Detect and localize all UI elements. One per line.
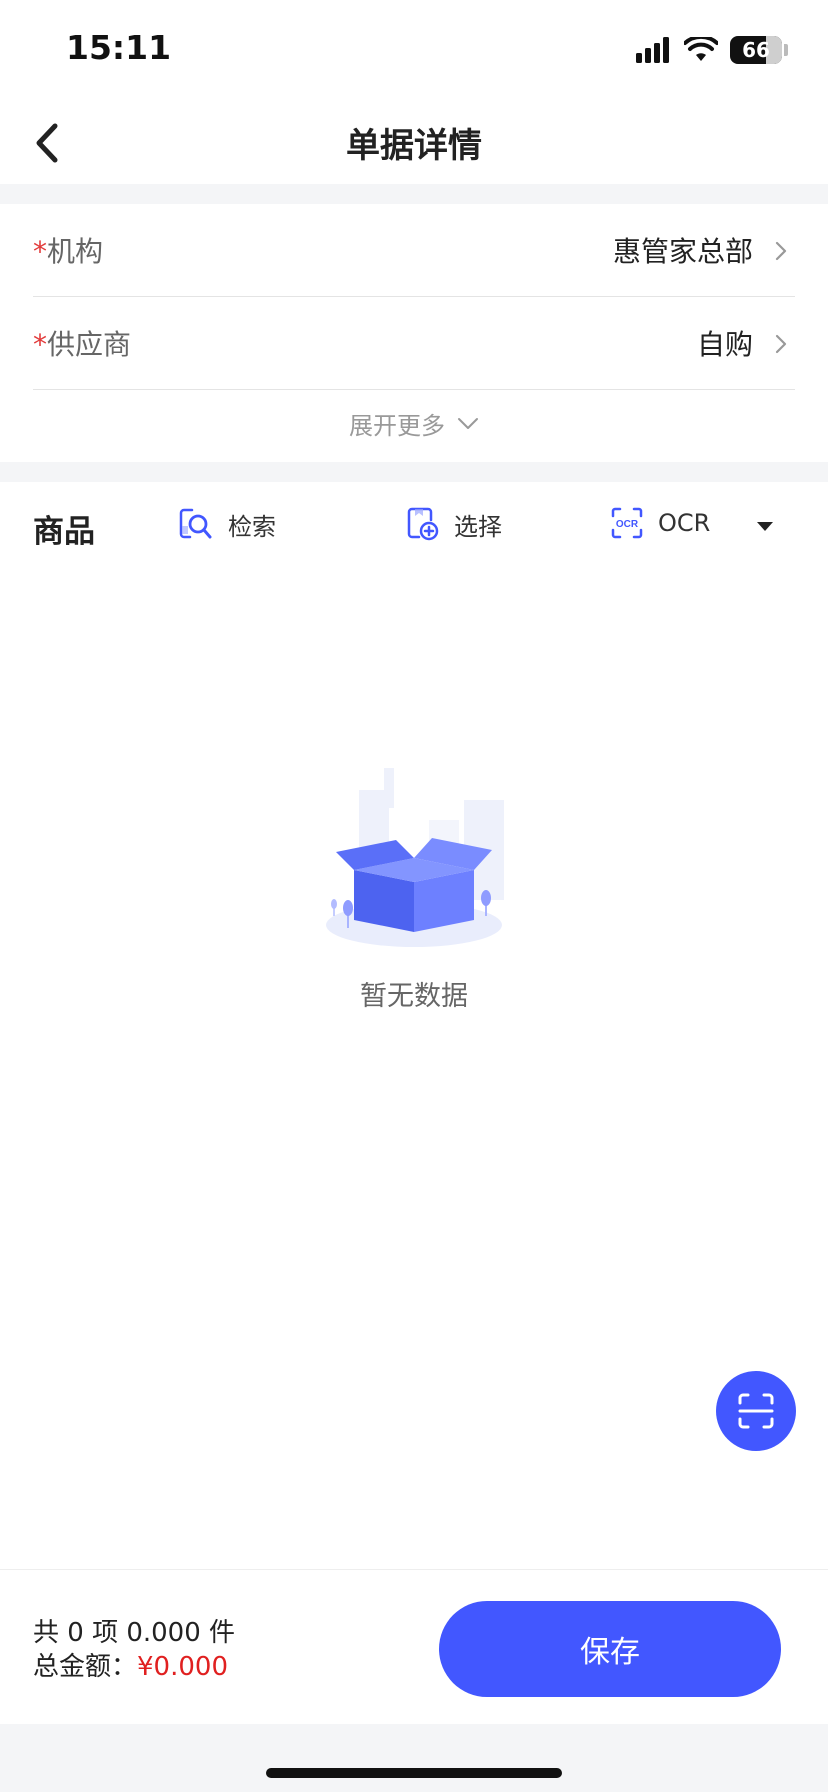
home-indicator[interactable]	[266, 1768, 562, 1778]
select-button-label: 选择	[454, 512, 502, 541]
empty-state	[0, 760, 828, 960]
expand-more-toggle[interactable]: 展开更多	[0, 406, 828, 441]
signal-icon	[636, 37, 669, 63]
save-button[interactable]: 保存	[439, 1601, 781, 1697]
summary-count: 共 0 项 0.000 件	[33, 1618, 236, 1648]
summary-total: 总金额：¥0.000	[33, 1646, 228, 1683]
status-time: 15:11	[66, 28, 172, 67]
battery-indicator: 66	[730, 36, 782, 64]
form-section: *机构 惠管家总部 *供应商 自购 展开更多	[0, 204, 828, 462]
bottom-summary-bar: 共 0 项 0.000 件 总金额：¥0.000 保存	[0, 1569, 828, 1724]
ocr-button-label: OCR	[658, 509, 711, 537]
select-button[interactable]: 选择	[404, 506, 502, 542]
form-row-supplier[interactable]: *供应商 自购	[33, 297, 795, 390]
supplier-value: 自购	[696, 328, 753, 361]
goods-title: 商品	[33, 514, 95, 550]
organization-label: 机构	[47, 235, 104, 268]
supplier-label: 供应商	[47, 328, 132, 361]
status-icons: 66	[636, 34, 788, 66]
status-bar: 15:11 66	[0, 0, 828, 100]
home-indicator-area	[0, 1724, 828, 1792]
ocr-button[interactable]: OCR OCR	[610, 506, 710, 540]
scan-icon	[738, 1393, 774, 1429]
battery-cap	[784, 44, 788, 56]
section-divider	[0, 184, 828, 204]
chevron-right-icon	[775, 241, 787, 261]
goods-toolbar: 商品 检索 选择 OCR OCR	[0, 482, 828, 572]
page-title: 单据详情	[346, 126, 482, 166]
required-mark: *	[33, 235, 47, 268]
battery-level: 66	[742, 38, 770, 62]
caret-down-icon[interactable]	[755, 520, 775, 534]
organization-value: 惠管家总部	[612, 235, 753, 268]
search-button[interactable]: 检索	[178, 506, 276, 542]
search-button-label: 检索	[228, 512, 276, 541]
form-row-organization[interactable]: *机构 惠管家总部	[33, 204, 795, 297]
scan-fab-button[interactable]	[716, 1371, 796, 1451]
chevron-down-icon	[458, 417, 478, 429]
expand-more-label: 展开更多	[349, 412, 445, 440]
empty-box-icon	[326, 768, 504, 947]
section-divider	[0, 462, 828, 482]
total-amount-value: ¥0.000	[137, 1652, 228, 1682]
wifi-icon	[684, 37, 718, 61]
add-doc-icon	[407, 507, 439, 541]
chevron-right-icon	[775, 334, 787, 354]
empty-state-text: 暂无数据	[360, 981, 468, 1012]
ocr-scan-icon: OCR	[611, 507, 643, 539]
svg-text:OCR: OCR	[616, 519, 639, 530]
search-doc-icon	[179, 508, 212, 539]
total-amount-label: 总金额：	[33, 1652, 138, 1682]
nav-bar: 单据详情	[0, 100, 828, 184]
form-label: *供应商	[33, 323, 131, 363]
required-mark: *	[33, 328, 47, 361]
form-label: *机构	[33, 230, 103, 270]
